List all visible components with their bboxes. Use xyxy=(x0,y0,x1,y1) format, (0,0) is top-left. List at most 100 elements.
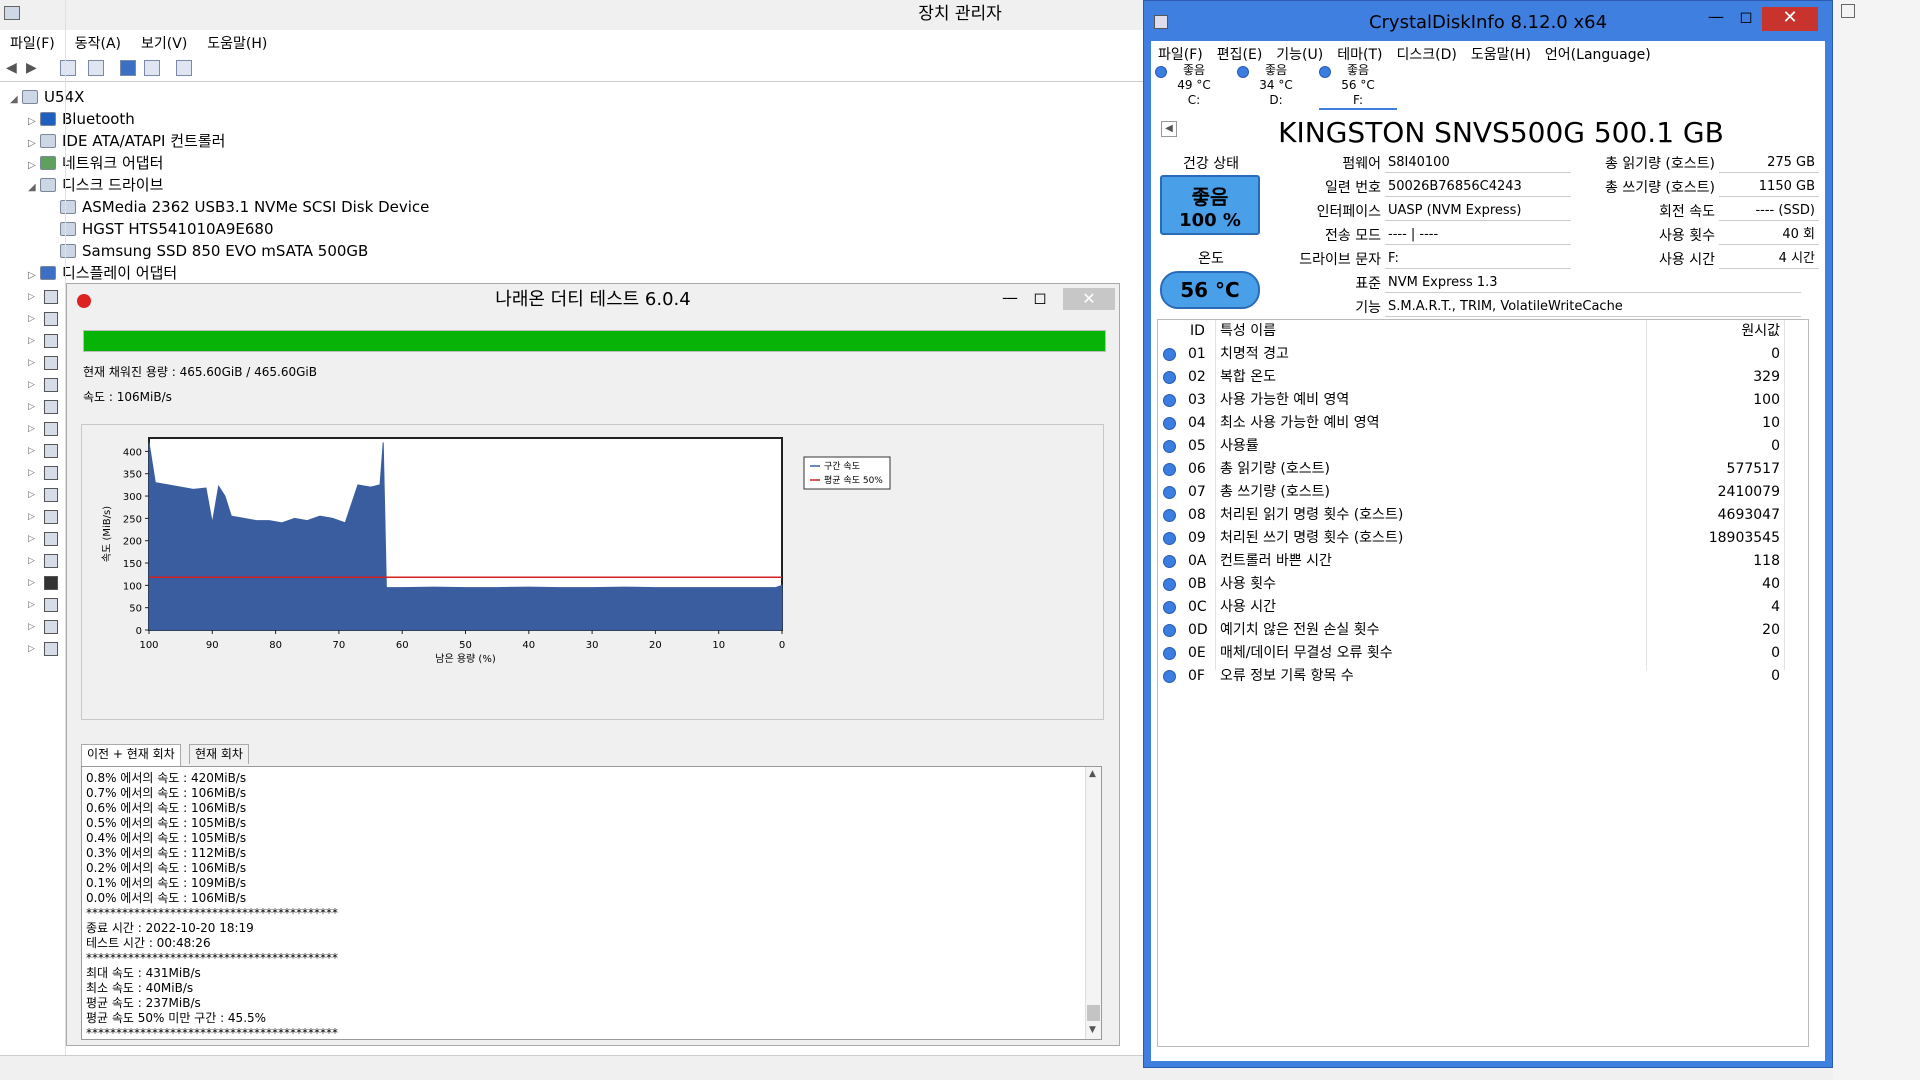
close-button[interactable]: ✕ xyxy=(1063,288,1115,310)
smart-row[interactable]: 0E 매체/데이터 무결성 오류 횟수 0 xyxy=(1158,642,1808,665)
smart-raw-value: 329 xyxy=(1753,369,1780,385)
smart-row[interactable]: 0D 예기치 않은 전원 손실 횟수 20 xyxy=(1158,619,1808,642)
log-lines: 0.8% 에서의 속도 : 420MiB/s 0.7% 에서의 속도 : 106M… xyxy=(86,771,338,1039)
drive-button-d[interactable]: 좋음 34 °C D: xyxy=(1237,63,1315,108)
cdi-menu-file[interactable]: 파일(F) xyxy=(1151,41,1210,64)
device-manager-title: 장치 관리자 xyxy=(918,4,1002,24)
cdi-maximize-button[interactable]: ◻ xyxy=(1731,7,1761,29)
scroll-up-icon[interactable]: ▲ xyxy=(1089,769,1096,779)
restore-icon[interactable] xyxy=(1841,4,1855,18)
health-dot-icon xyxy=(1319,66,1331,78)
smart-table[interactable]: ID 특성 이름 원시값 01 치명적 경고 0 02 복합 온도 329 03 사용 가능한… xyxy=(1157,319,1809,1047)
collapsed-arrow-icon[interactable]: ▷ xyxy=(28,644,35,654)
tree-item-label: 디스플레이 어댑터 xyxy=(62,264,178,282)
collapsed-arrow-icon[interactable]: ▷ xyxy=(28,402,35,412)
menu-action[interactable]: 동작(A) xyxy=(65,30,131,53)
smart-row[interactable]: 08 처리된 읽기 명령 횟수 (호스트) 4693047 xyxy=(1158,504,1808,527)
tree-item-disk-hgst[interactable]: HGST HTS541010A9E680 xyxy=(60,218,274,240)
maximize-button[interactable]: ◻ xyxy=(1025,288,1055,310)
show-hidden-toolbar-icon[interactable] xyxy=(144,60,160,76)
cdi-menu-help[interactable]: 도움말(H) xyxy=(1464,41,1538,64)
menu-help[interactable]: 도움말(H) xyxy=(197,30,277,53)
log-line: 평균 속도 : 237MiB/s xyxy=(86,996,201,1010)
collapsed-arrow-icon[interactable]: ▷ xyxy=(28,490,35,500)
cdi-menu-theme[interactable]: 테마(T) xyxy=(1330,41,1389,64)
scan-hardware-toolbar-icon[interactable] xyxy=(176,60,192,76)
health-percent: 100 % xyxy=(1179,210,1241,231)
drive-button-f[interactable]: 좋음 56 °C F: xyxy=(1319,63,1397,110)
cdi-menu-language[interactable]: 언어(Language) xyxy=(1538,41,1658,64)
smart-row[interactable]: 03 사용 가능한 예비 영역 100 xyxy=(1158,389,1808,412)
drive-button-c[interactable]: 좋음 49 °C C: xyxy=(1155,63,1233,108)
previous-disk-button[interactable]: ◀ xyxy=(1161,121,1177,137)
smart-row[interactable]: 06 총 읽기량 (호스트) 577517 xyxy=(1158,458,1808,481)
collapsed-arrow-icon[interactable]: ▷ xyxy=(28,468,35,478)
tree-item-ide[interactable]: ▷ IDE ATA/ATAPI 컨트롤러 xyxy=(28,130,225,152)
smart-row[interactable]: 07 총 쓰기량 (호스트) 2410079 xyxy=(1158,481,1808,504)
tree-item-label: Samsung SSD 850 EVO mSATA 500GB xyxy=(82,242,369,260)
cdi-titlebar: CrystalDiskInfo 8.12.0 x64 — ◻ ✕ xyxy=(1144,1,1832,41)
tree-item-disk-drives[interactable]: ◢ 디스크 드라이브 xyxy=(28,174,163,196)
collapsed-arrow-icon[interactable]: ▷ xyxy=(28,534,35,544)
log-scrollbar[interactable]: ▲ ▼ xyxy=(1085,767,1101,1039)
smart-row[interactable]: 0A 컨트롤러 바쁜 시간 118 xyxy=(1158,550,1808,573)
expanded-arrow-icon[interactable]: ◢ xyxy=(28,177,40,199)
collapsed-arrow-icon[interactable]: ▷ xyxy=(28,622,35,632)
smart-header-raw[interactable]: 원시값 xyxy=(1654,320,1780,343)
menu-file[interactable]: 파일(F) xyxy=(0,30,65,53)
capacity-text: 현재 채워진 용량 : 465.60GiB / 465.60GiB xyxy=(83,365,317,379)
smart-row[interactable]: 0C 사용 시간 4 xyxy=(1158,596,1808,619)
collapsed-arrow-icon[interactable]: ▷ xyxy=(28,380,35,390)
tree-root[interactable]: ◢U54X xyxy=(10,86,84,108)
cdi-menu-edit[interactable]: 편집(E) xyxy=(1210,41,1270,64)
collapsed-arrow-icon[interactable]: ▷ xyxy=(28,446,35,456)
collapsed-arrow-icon[interactable]: ▷ xyxy=(28,556,35,566)
smart-raw-value: 2410079 xyxy=(1717,484,1780,500)
collapsed-arrow-icon[interactable]: ▷ xyxy=(28,578,35,588)
log-panel[interactable]: 0.8% 에서의 속도 : 420MiB/s 0.7% 에서의 속도 : 106M… xyxy=(81,766,1102,1040)
tab-previous-current[interactable]: 이전 + 현재 회차 xyxy=(81,744,181,766)
smart-row[interactable]: 02 복합 온도 329 xyxy=(1158,366,1808,389)
smart-row[interactable]: 0B 사용 횟수 40 xyxy=(1158,573,1808,596)
scroll-down-icon[interactable]: ▼ xyxy=(1089,1025,1096,1035)
tab-current[interactable]: 현재 회차 xyxy=(189,744,249,764)
help-toolbar-icon[interactable] xyxy=(120,60,136,76)
tree-item-disk-samsung[interactable]: Samsung SSD 850 EVO mSATA 500GB xyxy=(60,240,368,262)
minimize-button[interactable]: — xyxy=(995,288,1025,310)
smart-row[interactable]: 04 최소 사용 가능한 예비 영역 10 xyxy=(1158,412,1808,435)
tree-item-bluetooth[interactable]: ▷ Bluetooth xyxy=(28,108,135,130)
y-axis-label: 속도 (MiB/s) xyxy=(101,506,113,562)
collapsed-arrow-icon[interactable]: ▷ xyxy=(28,265,40,287)
smart-header-id[interactable]: ID xyxy=(1190,320,1205,343)
collapsed-arrow-icon[interactable]: ▷ xyxy=(28,512,35,522)
collapsed-arrow-icon[interactable]: ▷ xyxy=(28,600,35,610)
smart-row[interactable]: 01 치명적 경고 0 xyxy=(1158,343,1808,366)
cdi-close-button[interactable]: ✕ xyxy=(1762,7,1818,31)
smart-row[interactable]: 09 처리된 쓰기 명령 횟수 (호스트) 18903545 xyxy=(1158,527,1808,550)
cdi-menu-disk[interactable]: 디스크(D) xyxy=(1389,41,1463,64)
collapsed-arrow-icon[interactable]: ▷ xyxy=(28,314,35,324)
properties-toolbar-icon[interactable] xyxy=(60,60,76,76)
tree-item-display[interactable]: ▷ 디스플레이 어댑터 xyxy=(28,262,177,284)
collapsed-arrow-icon[interactable]: ▷ xyxy=(28,292,35,302)
update-driver-toolbar-icon[interactable] xyxy=(88,60,104,76)
smart-row[interactable]: 05 사용률 0 xyxy=(1158,435,1808,458)
tree-item-network[interactable]: ▷ 네트워크 어댑터 xyxy=(28,152,163,174)
usb-icon xyxy=(44,510,58,524)
collapsed-arrow-icon[interactable]: ▷ xyxy=(28,424,35,434)
scroll-thumb[interactable] xyxy=(1087,1005,1100,1021)
battery-icon xyxy=(44,400,58,414)
menu-view[interactable]: 보기(V) xyxy=(131,30,197,53)
smart-header-name[interactable]: 특성 이름 xyxy=(1220,320,1276,343)
speaker-icon xyxy=(44,444,58,458)
tree-item-disk-asmedia[interactable]: ASMedia 2362 USB3.1 NVMe SCSI Disk Devic… xyxy=(60,196,429,218)
collapsed-arrow-icon[interactable]: ▷ xyxy=(28,336,35,346)
back-arrow-icon[interactable]: ◀ xyxy=(6,60,22,76)
smart-name: 사용 횟수 xyxy=(1220,576,1276,592)
collapsed-arrow-icon[interactable]: ▷ xyxy=(28,358,35,368)
expanded-arrow-icon[interactable]: ◢ xyxy=(10,89,22,111)
forward-arrow-icon[interactable]: ▶ xyxy=(26,60,42,76)
smart-row[interactable]: 0F 오류 정보 기록 항목 수 0 xyxy=(1158,665,1808,688)
cdi-minimize-button[interactable]: — xyxy=(1701,7,1731,29)
cdi-menu-function[interactable]: 기능(U) xyxy=(1269,41,1330,64)
